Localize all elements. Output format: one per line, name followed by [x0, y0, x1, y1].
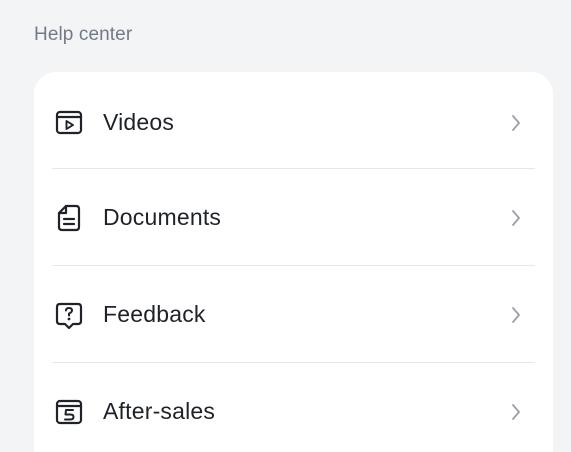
help-item-feedback[interactable]: Feedback	[34, 266, 553, 363]
section-title: Help center	[34, 24, 133, 45]
chevron-right-icon	[508, 402, 524, 422]
help-item-documents[interactable]: Documents	[34, 169, 553, 266]
document-icon	[54, 203, 84, 233]
help-item-label: After-sales	[103, 398, 216, 424]
feedback-icon	[54, 300, 84, 330]
help-item-videos[interactable]: Videos	[34, 74, 553, 171]
help-center-card: Videos Documents Feedback After-sales	[34, 72, 553, 452]
help-item-label: Videos	[103, 109, 175, 135]
chevron-right-icon	[508, 208, 524, 228]
chevron-right-icon	[508, 305, 524, 325]
help-item-label: Documents	[103, 204, 222, 230]
help-item-after-sales[interactable]: After-sales	[34, 363, 553, 452]
video-play-icon	[54, 108, 84, 138]
help-item-label: Feedback	[103, 301, 206, 327]
chevron-right-icon	[508, 113, 524, 133]
help-center-screen: Help center Videos Documents Feedback Af…	[0, 0, 571, 452]
after-sales-icon	[54, 397, 84, 427]
